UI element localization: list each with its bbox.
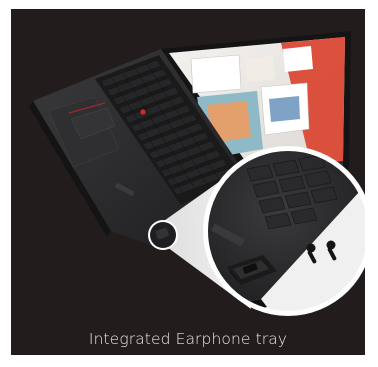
- earphone-tray-port: [148, 220, 178, 250]
- trackpoint-icon: [140, 109, 146, 115]
- caption-text: Integrated Earphone tray: [88, 330, 288, 348]
- laptop-illustration: [29, 31, 365, 316]
- product-image-frame: Integrated Earphone tray: [0, 0, 378, 367]
- product-image: Integrated Earphone tray: [11, 9, 365, 355]
